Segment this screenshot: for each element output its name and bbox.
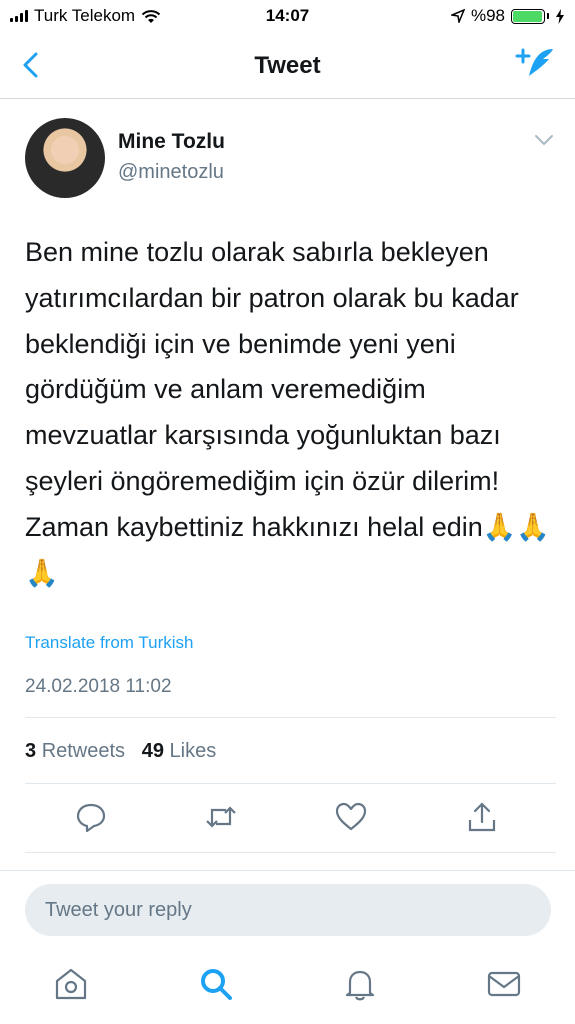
retweets-label[interactable]: Retweets <box>42 740 125 762</box>
tweet-actions <box>0 800 575 840</box>
retweet-icon[interactable] <box>204 800 238 834</box>
page-title: Tweet <box>254 52 321 79</box>
charging-icon <box>556 8 564 24</box>
author-name[interactable]: Mine Tozlu <box>118 130 225 154</box>
share-icon[interactable] <box>465 800 499 834</box>
mail-icon[interactable] <box>486 966 522 1002</box>
divider <box>25 852 556 853</box>
divider <box>25 783 556 784</box>
reply-input[interactable]: Tweet your reply <box>25 884 551 936</box>
chevron-down-icon[interactable] <box>534 133 554 147</box>
battery-tip <box>547 13 549 19</box>
status-bar: Turk Telekom 14:07 %98 <box>0 0 575 32</box>
home-icon[interactable] <box>53 966 89 1002</box>
reply-placeholder: Tweet your reply <box>45 899 192 921</box>
retweets-count[interactable]: 3 <box>25 740 36 762</box>
author-handle[interactable]: @minetozlu <box>118 161 224 184</box>
battery-fill <box>513 10 543 22</box>
avatar[interactable] <box>25 118 105 198</box>
reply-icon[interactable] <box>74 800 108 834</box>
battery-icon <box>511 8 545 24</box>
battery-percent: %98 <box>470 6 505 25</box>
bell-icon[interactable] <box>342 966 378 1002</box>
nav-bar: Tweet <box>0 32 575 99</box>
tweet-date: 24.02.2018 11:02 <box>25 676 172 697</box>
tweet-text: Ben mine tozlu olarak sabırla bekleyen y… <box>25 237 550 588</box>
tab-bar <box>0 952 575 1024</box>
translate-link[interactable]: Translate from Turkish <box>25 633 193 653</box>
likes-label[interactable]: Likes <box>170 740 217 762</box>
tweet-stats: 3 Retweets 49 Likes <box>25 740 216 763</box>
likes-count[interactable]: 49 <box>142 740 164 762</box>
divider <box>25 717 556 718</box>
location-icon <box>450 9 465 23</box>
compose-tweet-icon[interactable] <box>515 46 555 82</box>
heart-icon[interactable] <box>334 800 368 834</box>
right-status: %98 <box>450 6 565 26</box>
search-icon[interactable] <box>198 966 234 1002</box>
divider <box>0 870 575 871</box>
